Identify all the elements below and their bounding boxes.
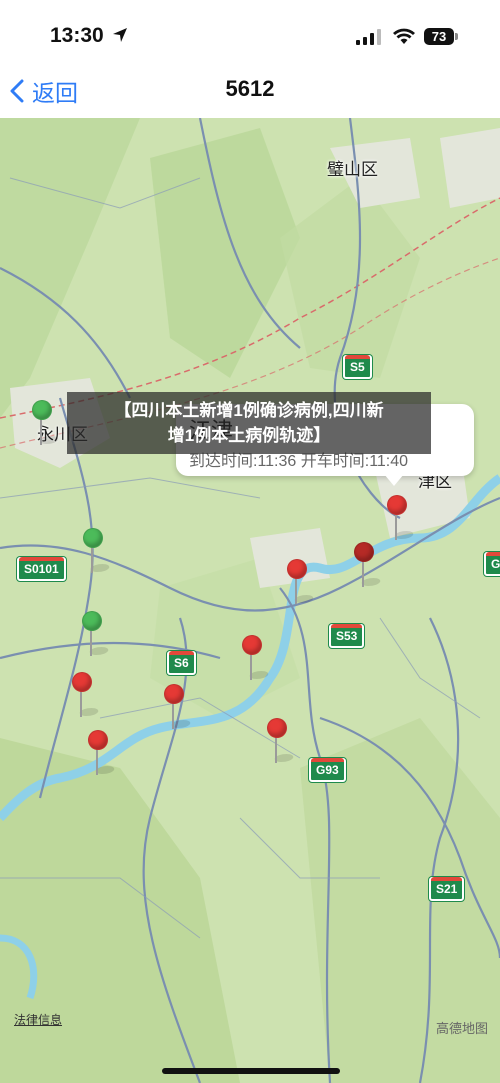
status-bar: 13:30 73 bbox=[0, 0, 500, 64]
news-banner: 【四川本土新增1例确诊病例,四川新 增1例本土病例轨迹】 bbox=[67, 392, 431, 454]
status-time: 13:30 bbox=[50, 24, 104, 47]
callout-tail bbox=[384, 474, 404, 486]
map-pin-red[interactable] bbox=[242, 635, 271, 681]
map-pin-red[interactable] bbox=[267, 718, 296, 764]
road-shield-s0101: S0101 bbox=[17, 557, 66, 581]
map-pin-red[interactable] bbox=[387, 495, 416, 541]
map-pin-green[interactable] bbox=[83, 528, 112, 574]
map-pin-red[interactable] bbox=[72, 672, 101, 718]
battery-tip bbox=[455, 33, 458, 40]
road-shield-s5: S5 bbox=[343, 355, 372, 379]
legal-link[interactable]: 法律信息 bbox=[14, 1011, 62, 1028]
place-label-bishan: 璧山区 bbox=[327, 160, 378, 179]
map-pin-green[interactable] bbox=[82, 611, 111, 657]
road-shield-s21: S21 bbox=[429, 877, 465, 901]
map-logo: 高德地图 bbox=[436, 1021, 489, 1036]
road-shield-s53: S53 bbox=[329, 624, 365, 648]
home-indicator[interactable] bbox=[162, 1068, 340, 1074]
map-view[interactable]: 璧山区 永川区 津区 S5 S0101 S53 S6 G93 S21 G 江津 … bbox=[0, 118, 500, 1083]
map-pin-red[interactable] bbox=[88, 730, 117, 776]
wifi-icon bbox=[393, 28, 415, 44]
map-pin-red[interactable] bbox=[354, 542, 383, 588]
page-title: 5612 bbox=[225, 76, 275, 101]
location-arrow-icon bbox=[113, 28, 127, 42]
banner-line-1: 【四川本土新增1例确诊病例,四川新 bbox=[114, 401, 384, 420]
battery-icon: 73 bbox=[424, 28, 454, 45]
map-base bbox=[0, 118, 500, 1083]
map-pin-green[interactable] bbox=[32, 400, 61, 446]
road-shield-g93: G93 bbox=[309, 758, 346, 782]
nav-bar: 返回 5612 bbox=[0, 64, 500, 118]
map-pin-red[interactable] bbox=[164, 684, 193, 730]
road-shield-s6: S6 bbox=[167, 651, 196, 675]
banner-line-2: 增1例本土病例轨迹】 bbox=[167, 426, 331, 445]
road-shield-g: G bbox=[484, 552, 500, 576]
map-pin-red[interactable] bbox=[287, 559, 316, 605]
signal-icon bbox=[356, 29, 381, 45]
